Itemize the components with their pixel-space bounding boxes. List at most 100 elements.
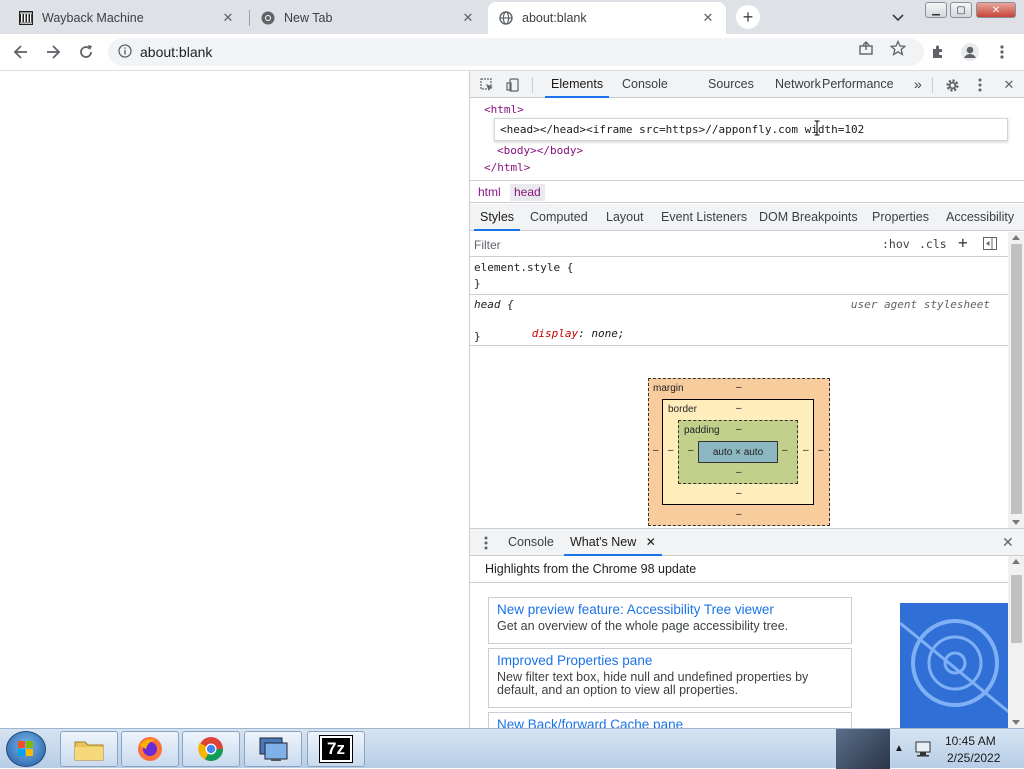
file-explorer-taskbar-icon[interactable] (60, 731, 118, 767)
tab-new-tab[interactable]: New Tab ✕ (250, 2, 486, 34)
tab-elements[interactable]: Elements (545, 71, 610, 98)
whats-new-scrollbar[interactable] (1008, 556, 1024, 728)
profile-avatar-icon[interactable] (958, 40, 982, 64)
taskbar-thumbnail-area (836, 729, 890, 769)
scroll-down-icon[interactable] (1012, 520, 1020, 525)
drawer-tab-whats-new[interactable]: What's New ✕ (564, 529, 662, 556)
tab-title: about:blank (522, 11, 587, 25)
box-model-diagram: auto × auto margin border padding – – – … (648, 378, 830, 526)
network-tray-icon[interactable] (914, 740, 934, 761)
breadcrumb-item-html[interactable]: html (474, 184, 505, 201)
extensions-puzzle-icon[interactable] (926, 40, 950, 64)
inspect-element-icon[interactable] (478, 76, 496, 94)
dom-edit-as-html-field[interactable]: <head></head><iframe src=https>//apponfl… (494, 118, 1008, 141)
close-window-icon[interactable]: ✕ (976, 2, 1016, 18)
tab-layout[interactable]: Layout (600, 204, 650, 231)
globe-icon (498, 10, 514, 26)
tab-accessibility[interactable]: Accessibility (940, 204, 1020, 231)
firefox-taskbar-icon[interactable] (121, 731, 179, 767)
tab-performance[interactable]: Performance (816, 71, 900, 98)
tab-sources[interactable]: Sources (702, 71, 760, 98)
whats-new-card[interactable]: Improved Properties pane New filter text… (488, 648, 852, 708)
breadcrumb-item-head[interactable]: head (510, 184, 545, 201)
hover-state-toggle[interactable]: :hov (882, 237, 910, 251)
whats-new-card[interactable]: New Back/forward Cache pane (488, 712, 852, 728)
devtools-menu-icon[interactable] (971, 76, 989, 94)
devtools-panel: Elements Console Sources Network Perform… (469, 71, 1024, 728)
drawer-tab-console[interactable]: Console (502, 529, 560, 556)
margin-left-value: – (653, 445, 659, 456)
show-hidden-icons-triangle-icon[interactable]: ▲ (894, 743, 904, 754)
styles-filter-input[interactable] (474, 235, 864, 254)
whats-new-panel: Highlights from the Chrome 98 update New… (470, 556, 1024, 728)
close-icon[interactable]: ✕ (646, 535, 656, 549)
scrollbar-thumb[interactable] (1011, 244, 1022, 514)
tab-wayback-machine[interactable]: Wayback Machine ✕ (8, 2, 246, 34)
card-title-link[interactable]: New Back/forward Cache pane (497, 717, 843, 728)
close-devtools-icon[interactable]: ✕ (1000, 76, 1018, 94)
head-ua-rule[interactable]: head { user agent stylesheet display: no… (470, 295, 1008, 346)
chevron-down-icon[interactable] (888, 8, 908, 28)
tab-event-listeners[interactable]: Event Listeners (655, 204, 753, 231)
dom-node-html-open[interactable]: <html> (484, 103, 524, 116)
new-style-rule-plus-icon[interactable]: + (958, 233, 968, 252)
reload-icon[interactable] (74, 40, 98, 64)
dom-node-body[interactable]: <body></body> (497, 144, 583, 157)
tab-styles[interactable]: Styles (474, 204, 521, 231)
scroll-up-icon[interactable] (1012, 235, 1020, 240)
chrome-menu-icon[interactable] (990, 40, 1014, 64)
close-icon[interactable]: ✕ (220, 10, 236, 26)
new-tab-plus-icon[interactable]: + (736, 5, 760, 29)
margin-right-value: – (818, 445, 824, 456)
url-text: about:blank (140, 44, 213, 60)
scrollbar-thumb[interactable] (1011, 575, 1022, 643)
drawer-menu-icon[interactable] (484, 536, 488, 553)
forward-arrow-icon[interactable] (41, 40, 65, 64)
toggle-sidebar-icon[interactable] (983, 237, 998, 251)
clock-date[interactable]: 2/25/2022 (947, 751, 1000, 765)
class-toggle[interactable]: .cls (919, 237, 947, 251)
settings-gear-icon[interactable] (943, 76, 961, 94)
chrome-taskbar-icon[interactable] (182, 731, 240, 767)
close-drawer-icon[interactable]: ✕ (1002, 534, 1014, 551)
minimize-window-icon[interactable]: ▁ (925, 2, 947, 18)
back-arrow-icon[interactable] (9, 40, 33, 64)
margin-top-value: – (736, 382, 742, 393)
remote-desktop-taskbar-icon[interactable] (244, 731, 302, 767)
drawer-tab-label: What's New (570, 535, 637, 549)
tab-dom-breakpoints[interactable]: DOM Breakpoints (753, 204, 864, 231)
padding-bottom-value: – (736, 467, 742, 478)
css-property-value: none; (591, 327, 625, 340)
scroll-up-icon[interactable] (1012, 559, 1020, 564)
chrome-icon (260, 10, 276, 26)
tab-console[interactable]: Console (616, 71, 674, 98)
bookmark-star-icon[interactable] (890, 40, 906, 56)
share-icon[interactable] (858, 40, 874, 56)
close-icon[interactable]: ✕ (700, 10, 716, 26)
7zip-taskbar-icon[interactable]: 7z (307, 731, 365, 767)
text-cursor-icon (814, 120, 820, 136)
info-icon[interactable] (118, 43, 132, 61)
tab-about-blank[interactable]: about:blank ✕ (488, 2, 726, 34)
element-style-rule[interactable]: element.style { } (470, 258, 1008, 295)
web-page-viewport[interactable] (0, 71, 469, 728)
start-button-windows-icon[interactable] (6, 731, 46, 767)
clock-time[interactable]: 10:45 AM (945, 734, 996, 748)
more-tabs-chevron-icon[interactable]: » (908, 71, 928, 98)
close-icon[interactable]: ✕ (460, 10, 476, 26)
tab-properties[interactable]: Properties (866, 204, 935, 231)
card-title-link[interactable]: New preview feature: Accessibility Tree … (497, 602, 843, 617)
dom-tree[interactable]: <html> <head></head><iframe src=https>//… (470, 99, 1024, 180)
devtools-tab-bar: Elements Console Sources Network Perform… (470, 71, 1024, 98)
styles-scrollbar[interactable] (1008, 232, 1024, 528)
card-title-link[interactable]: Improved Properties pane (497, 653, 843, 668)
device-toolbar-icon[interactable] (504, 76, 522, 94)
border-top-value: – (736, 403, 742, 414)
close-brace: } (474, 330, 481, 343)
scroll-down-icon[interactable] (1012, 720, 1020, 725)
whats-new-card[interactable]: New preview feature: Accessibility Tree … (488, 597, 852, 644)
address-bar[interactable]: about:blank (108, 38, 924, 66)
maximize-window-icon[interactable]: ▢ (950, 2, 972, 18)
dom-node-html-close[interactable]: </html> (484, 161, 530, 174)
tab-computed[interactable]: Computed (524, 204, 594, 231)
